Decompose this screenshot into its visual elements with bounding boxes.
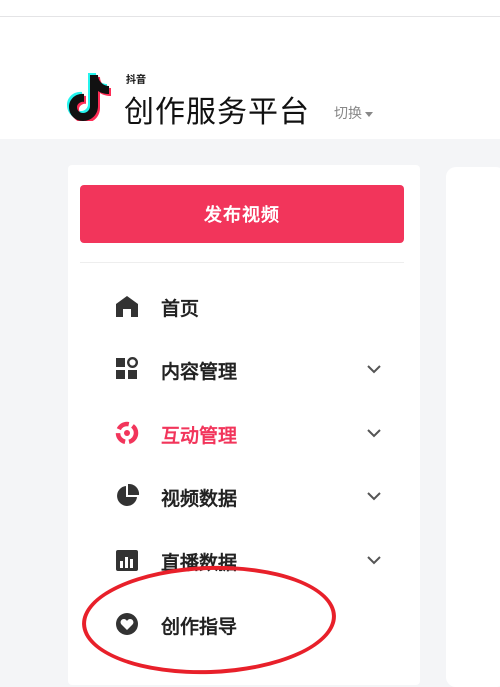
home-icon <box>116 296 138 317</box>
browser-top-strip <box>0 0 500 17</box>
douyin-logo-icon[interactable] <box>66 69 112 121</box>
sidebar-item-label: 创作指导 <box>161 616 238 638</box>
publish-video-button[interactable]: 发布视频 <box>80 185 404 243</box>
chevron-down-icon[interactable] <box>366 425 382 441</box>
chevron-down-icon[interactable] <box>366 488 382 504</box>
sidebar-item-label: 视频数据 <box>161 488 238 510</box>
interaction-icon <box>115 421 139 445</box>
sidebar-item-video-data[interactable]: 视频数据 <box>68 468 420 524</box>
caret-down-icon <box>365 111 373 117</box>
sidebar: 发布视频 首页 内容管理 互动管理 视频数据 直播数据 创作指导 <box>68 165 420 685</box>
sidebar-item-interaction[interactable]: 互动管理 <box>68 405 420 461</box>
chevron-down-icon[interactable] <box>366 361 382 377</box>
sidebar-item-label: 互动管理 <box>161 425 238 447</box>
pie-chart-icon <box>117 483 140 506</box>
brand-title: 创作服务平台 <box>124 95 310 130</box>
sidebar-item-label: 内容管理 <box>161 361 238 383</box>
bar-chart-icon <box>116 550 138 571</box>
heart-circle-icon <box>116 613 138 635</box>
content-grid-icon <box>116 356 139 379</box>
switch-dropdown[interactable]: 切换 <box>334 103 373 123</box>
header: 抖音 创作服务平台 切换 <box>0 17 500 139</box>
chevron-down-icon[interactable] <box>366 552 382 568</box>
sidebar-item-content[interactable]: 内容管理 <box>68 341 420 397</box>
sidebar-item-home[interactable]: 首页 <box>68 278 420 334</box>
switch-label: 切换 <box>334 106 362 122</box>
divider <box>80 262 404 263</box>
sidebar-item-live-data[interactable]: 直播数据 <box>68 532 420 588</box>
brand-small-label: 抖音 <box>126 75 146 86</box>
sidebar-item-label: 直播数据 <box>161 552 238 574</box>
sidebar-item-label: 首页 <box>161 298 200 320</box>
sidebar-item-creation-guide[interactable]: 创作指导 <box>68 596 420 652</box>
main-content-panel <box>446 167 500 687</box>
